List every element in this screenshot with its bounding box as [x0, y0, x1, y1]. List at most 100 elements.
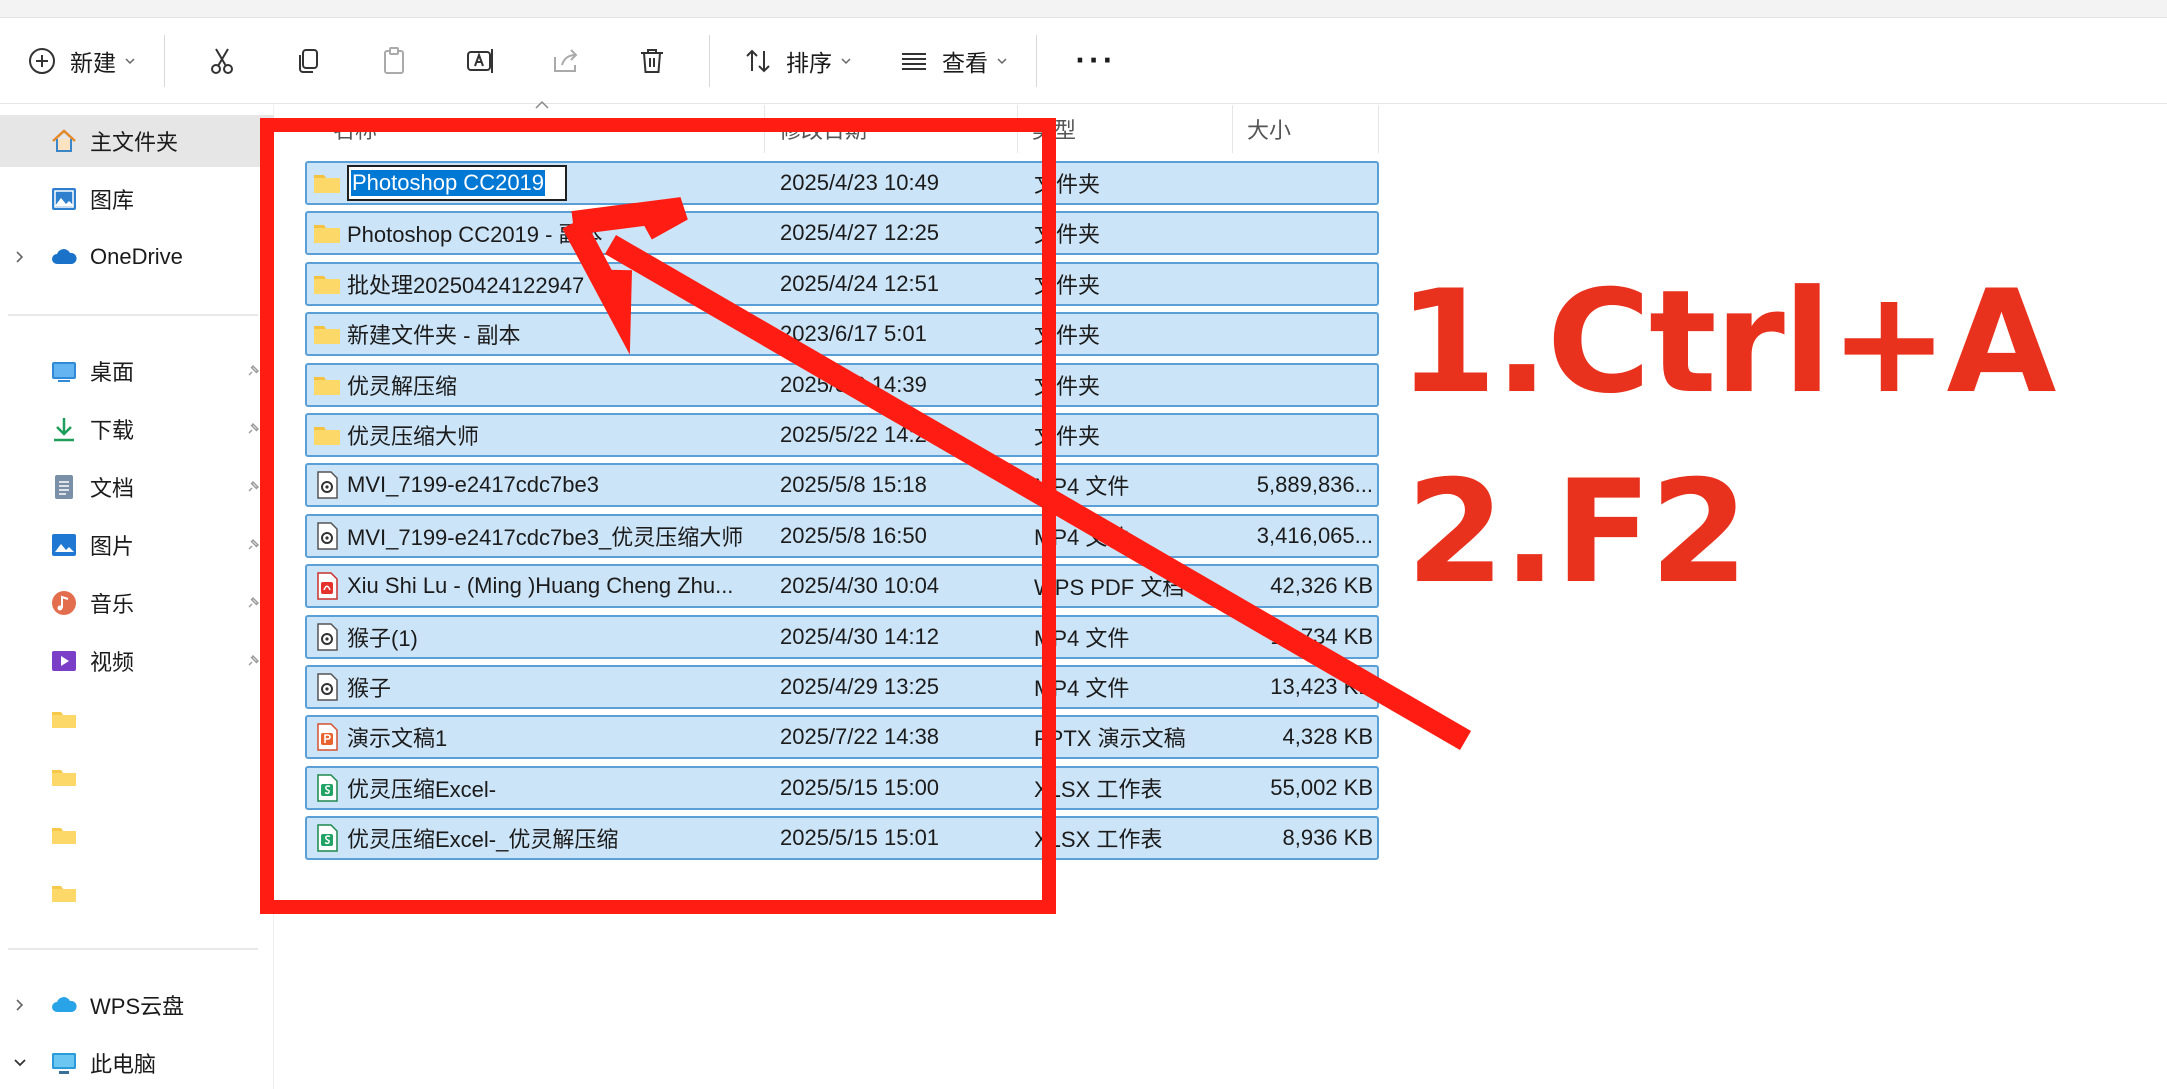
chevron-right-icon[interactable] [12, 997, 28, 1013]
file-size [1227, 163, 1373, 203]
pin-icon [248, 364, 260, 376]
file-type: 文件夹 [1034, 222, 1101, 248]
sort-button-label: 排序 [786, 49, 832, 76]
pin-icon [248, 422, 260, 434]
file-type: MP4 文件 [1034, 676, 1130, 701]
annotation-step-2: 2.F2 [1406, 450, 1749, 615]
sidebar-divider [8, 314, 258, 316]
pin-icon [248, 538, 260, 550]
sidebar-item-gallery[interactable]: 图库 [0, 173, 274, 225]
paste-button[interactable] [351, 33, 437, 89]
new-button-label: 新建 [70, 49, 116, 76]
view-button[interactable]: 查看 [880, 33, 1022, 89]
video-icon [48, 645, 80, 677]
file-type: MP4 文件 [1034, 625, 1130, 651]
sidebar-item-desktop[interactable]: 桌面 [0, 345, 274, 397]
file-type: XLSX 工作表 [1034, 827, 1163, 853]
sidebar-item-folder[interactable] [0, 693, 274, 745]
sidebar-item-label: 此电脑 [90, 1052, 157, 1077]
sidebar-item-downloads[interactable]: 下载 [0, 403, 274, 455]
file-size [1227, 264, 1373, 304]
plus-circle-icon [22, 41, 62, 81]
chevron-right-icon[interactable] [12, 249, 28, 265]
sidebar-item-documents[interactable]: 文档 [0, 461, 274, 513]
sidebar-divider [8, 948, 258, 950]
sidebar-item-label: 主文件夹 [90, 130, 179, 155]
clipboard-icon [374, 41, 414, 81]
copy-button[interactable] [265, 33, 351, 89]
sidebar-item-label: 图片 [90, 534, 135, 559]
file-type: 文件夹 [1034, 272, 1101, 298]
delete-button[interactable] [609, 33, 695, 89]
folder-icon [48, 877, 80, 909]
sidebar-item-label: 视频 [90, 650, 135, 675]
file-type: WPS PDF 文档 [1034, 575, 1185, 601]
file-type: 文件夹 [1034, 424, 1101, 449]
scissors-icon [202, 41, 242, 81]
navigation-pane: 主文件夹 图库 OneDrive 桌面 下载 文档 图片 音乐 视频 WPS云盘… [0, 105, 274, 1089]
file-type: 文件夹 [1034, 323, 1101, 349]
file-type: 文件夹 [1034, 172, 1101, 197]
sidebar-item-label: WPS云盘 [90, 994, 185, 1019]
folder-icon [48, 819, 80, 851]
chevron-down-icon [841, 57, 851, 64]
computer-icon [48, 1047, 80, 1079]
view-button-label: 查看 [942, 49, 988, 76]
rename-icon [460, 41, 500, 81]
sidebar-item-this-pc[interactable]: 此电脑 [0, 1037, 274, 1089]
sidebar-item-onedrive[interactable]: OneDrive [0, 231, 274, 283]
pin-icon [248, 596, 260, 608]
file-type: MP4 文件 [1034, 474, 1130, 500]
file-size [1227, 213, 1373, 253]
sidebar-item-label: 桌面 [90, 360, 135, 385]
toolbar-separator [1036, 34, 1037, 87]
music-icon [48, 587, 80, 619]
new-button[interactable]: 新建 [8, 33, 150, 89]
sidebar-item-label: 图库 [90, 188, 135, 213]
document-icon [48, 471, 80, 503]
file-size: 42,326 KB [1270, 573, 1373, 599]
chevron-down-icon [125, 57, 135, 64]
cloud-icon [48, 989, 80, 1021]
sidebar-item-wps-cloud[interactable]: WPS云盘 [0, 979, 274, 1031]
sidebar-item-folder[interactable] [0, 809, 274, 861]
file-type: MP4 文件 [1034, 524, 1130, 550]
share-icon [546, 41, 586, 81]
file-type: 文件夹 [1034, 373, 1101, 399]
command-bar: 新建 排序 查看 ··· [0, 18, 2167, 104]
sidebar-item-music[interactable]: 音乐 [0, 577, 274, 629]
pictures-icon [48, 529, 80, 561]
sidebar-item-videos[interactable]: 视频 [0, 635, 274, 687]
view-list-icon [894, 41, 934, 81]
window-top-strip [0, 0, 2167, 18]
file-size [1227, 365, 1373, 405]
column-header-size[interactable]: 大小 [1233, 105, 1379, 153]
sidebar-item-folder[interactable] [0, 751, 274, 803]
sidebar-item-home[interactable]: 主文件夹 [0, 115, 274, 167]
pin-icon [248, 480, 260, 492]
file-size: 4,328 KB [1282, 724, 1373, 750]
file-size: 55,002 KB [1270, 774, 1373, 800]
column-header-label: 大小 [1247, 118, 1292, 143]
download-icon [48, 413, 80, 445]
sidebar-item-pictures[interactable]: 图片 [0, 519, 274, 571]
gallery-icon [48, 183, 80, 215]
file-size: 5,889,836... [1256, 472, 1373, 498]
annotation-step-1: 1.Ctrl+A [1398, 260, 2056, 425]
sidebar-item-label: 下载 [90, 418, 135, 443]
share-button[interactable] [523, 33, 609, 89]
cut-button[interactable] [179, 33, 265, 89]
sort-button[interactable]: 排序 [724, 33, 866, 89]
sort-icon [738, 41, 778, 81]
annotation-highlight-box [260, 118, 1056, 914]
file-type: PPTX 演示文稿 [1034, 726, 1186, 752]
rename-button[interactable] [437, 33, 523, 89]
chevron-down-icon[interactable] [12, 1055, 28, 1071]
folder-icon [48, 703, 80, 735]
sidebar-item-label: 文档 [90, 476, 135, 501]
sidebar-item-label: OneDrive [90, 244, 183, 269]
sidebar-item-folder[interactable] [0, 867, 274, 919]
desktop-icon [48, 355, 80, 387]
file-size [1227, 314, 1373, 354]
more-options-button[interactable]: ··· [1051, 33, 1141, 89]
